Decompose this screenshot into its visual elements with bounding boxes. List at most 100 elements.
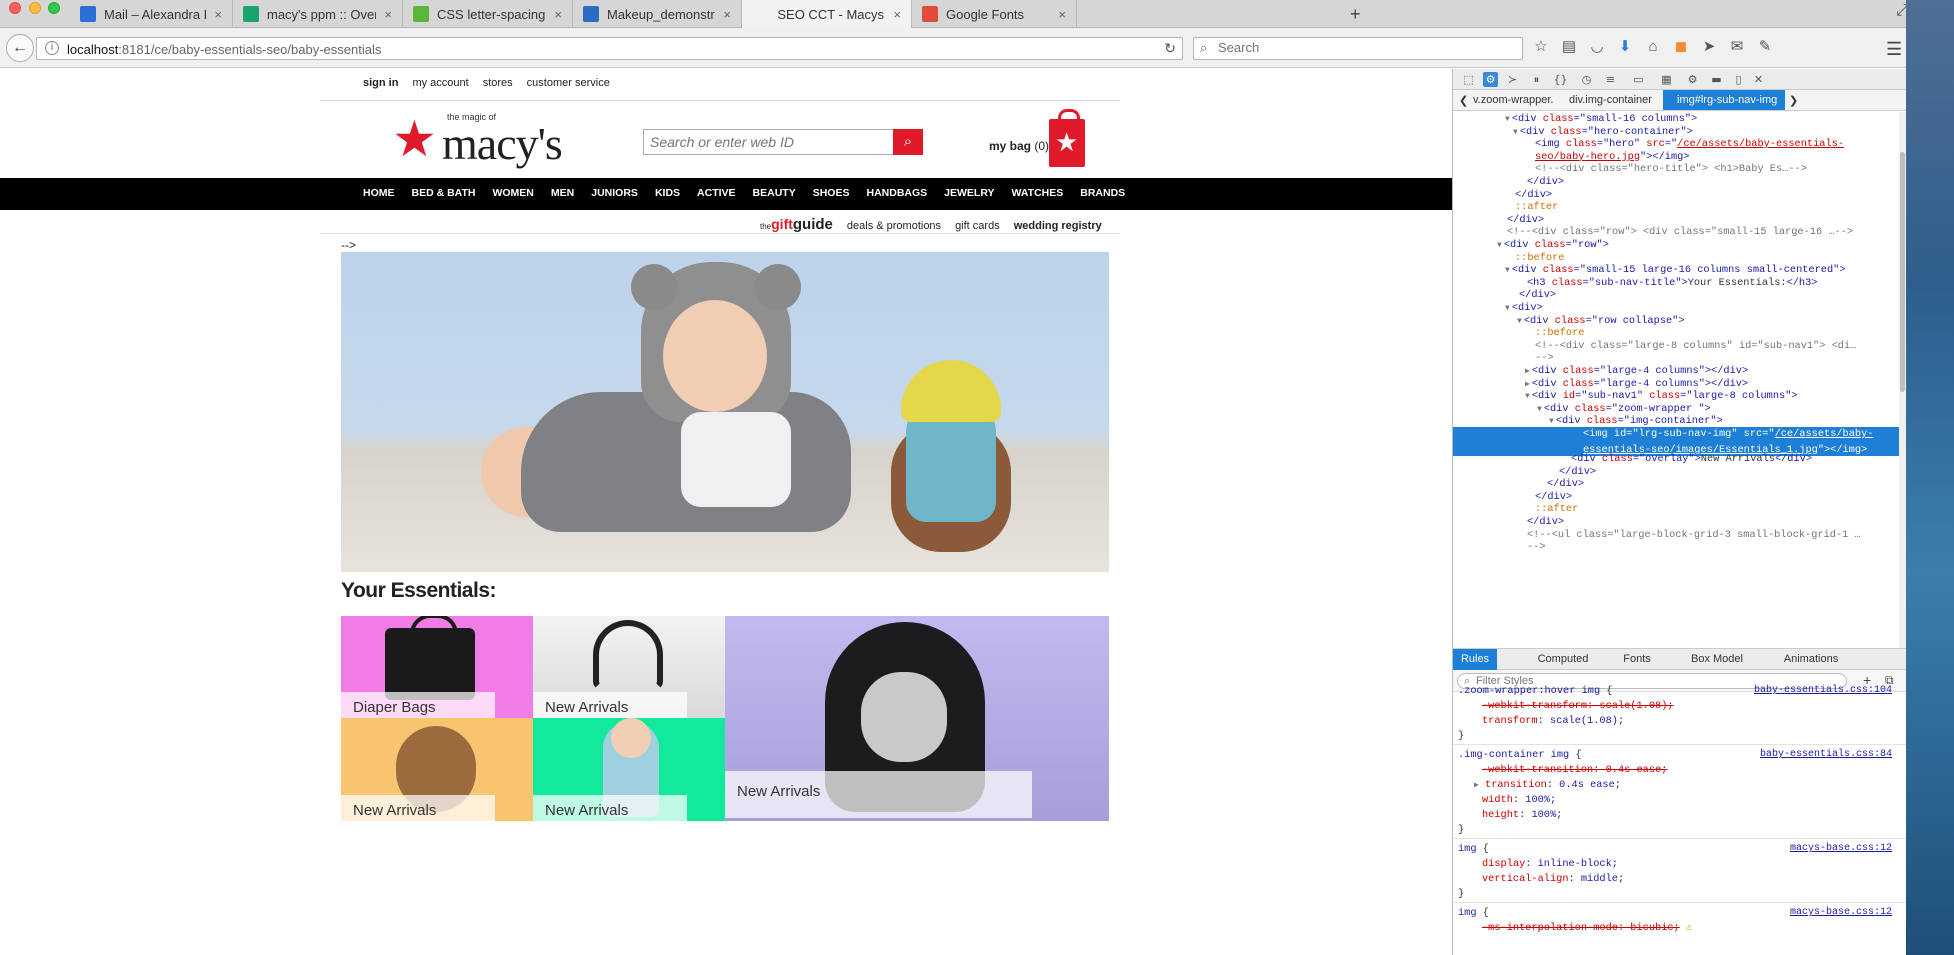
my-bag-link[interactable]: my bag (0): [989, 139, 1049, 153]
close-tab-icon[interactable]: ×: [1058, 7, 1066, 22]
inspector-icon[interactable]: ⚙: [1483, 72, 1498, 87]
site-info-icon[interactable]: i: [45, 41, 59, 55]
close-tab-icon[interactable]: ×: [384, 7, 392, 22]
markup-node[interactable]: -->: [1453, 540, 1906, 556]
rule-selector[interactable]: img: [1458, 843, 1477, 855]
nav-item[interactable]: JUNIORS: [591, 187, 638, 199]
shopping-bag-icon[interactable]: ★: [1049, 109, 1085, 167]
search-submit-button[interactable]: ⌕: [893, 129, 923, 155]
deals-promotions-link[interactable]: deals & promotions: [847, 220, 941, 232]
nav-item[interactable]: SHOES: [813, 187, 850, 199]
rule-property[interactable]: vertical-align: [1482, 873, 1569, 885]
reading-list-icon[interactable]: ▤: [1560, 38, 1578, 56]
reload-icon[interactable]: ↻: [1164, 40, 1176, 57]
stores-link[interactable]: stores: [483, 77, 513, 89]
rule-property[interactable]: height: [1482, 809, 1519, 821]
tab-box-model[interactable]: Box Model: [1677, 649, 1757, 670]
rule-property[interactable]: width: [1482, 794, 1513, 806]
rule-value[interactable]: 0.4s ease;: [1559, 779, 1621, 791]
browser-tab[interactable]: Makeup_demonstration_at… ×: [573, 0, 742, 28]
my-account-link[interactable]: my account: [412, 77, 468, 89]
back-button[interactable]: ←: [6, 34, 34, 62]
tab-computed[interactable]: Computed: [1519, 649, 1607, 670]
bookmark-star-icon[interactable]: ☆: [1532, 38, 1550, 56]
chat-icon[interactable]: ✉: [1728, 38, 1746, 56]
breadcrumb-item[interactable]: v.zoom-wrapper.: [1473, 94, 1554, 106]
rule-declaration-overridden[interactable]: -webkit-transform: scale(1.08);: [1482, 700, 1674, 712]
browser-tab[interactable]: Mail – Alexandra Estrada … ×: [70, 0, 233, 28]
breadcrumb-back-icon[interactable]: ❮: [1459, 94, 1468, 107]
extension-icon[interactable]: ◼: [1672, 38, 1690, 56]
rule-source-link[interactable]: macys-base.css:12: [1790, 906, 1892, 921]
element-picker-icon[interactable]: ⬚: [1461, 72, 1476, 87]
gift-cards-link[interactable]: gift cards: [955, 220, 1000, 232]
browser-tab[interactable]: macy's ppm :: Overview: G… ×: [233, 0, 403, 28]
dock-bottom-icon[interactable]: ▬: [1709, 72, 1724, 87]
zoom-window-button[interactable]: [48, 2, 60, 14]
browser-tab[interactable]: CSS letter-spacing property ×: [403, 0, 573, 28]
nav-item[interactable]: ACTIVE: [697, 187, 736, 199]
nav-item[interactable]: JEWELRY: [944, 187, 994, 199]
nav-item[interactable]: BED & BATH: [412, 187, 476, 199]
home-icon[interactable]: ⌂: [1644, 38, 1662, 56]
customer-service-link[interactable]: customer service: [527, 77, 610, 89]
new-tab-button[interactable]: +: [1350, 4, 1361, 25]
rule-selector[interactable]: .zoom-wrapper:hover img: [1458, 685, 1600, 697]
tools-icon[interactable]: ✎: [1756, 38, 1774, 56]
download-icon[interactable]: ⬇: [1616, 38, 1634, 56]
nav-item[interactable]: KIDS: [655, 187, 680, 199]
url-text[interactable]: localhost:8181/ce/baby-essentials-seo/ba…: [67, 42, 381, 57]
breadcrumb-item-selected[interactable]: img#lrg-sub-nav-img: [1663, 90, 1786, 110]
hamburger-menu-icon[interactable]: ☰: [1886, 39, 1902, 60]
nav-item[interactable]: HOME: [363, 187, 395, 199]
gift-guide-link[interactable]: thegiftguide: [760, 216, 833, 233]
macys-logo[interactable]: ★ the magic of macy's: [392, 112, 612, 169]
rule-value[interactable]: scale(1.08);: [1550, 715, 1624, 727]
rule-value[interactable]: middle;: [1581, 873, 1624, 885]
tab-rules[interactable]: Rules: [1453, 649, 1497, 670]
rule-source-link[interactable]: baby-essentials.css:84: [1760, 748, 1892, 763]
tile-new-arrivals-stroller[interactable]: New Arrivals: [533, 616, 725, 718]
tab-animations[interactable]: Animations: [1771, 649, 1851, 670]
close-window-button[interactable]: [9, 2, 21, 14]
settings-gear-icon[interactable]: ⚙: [1685, 72, 1700, 87]
sign-in-link[interactable]: sign in: [363, 77, 398, 89]
url-bar[interactable]: i localhost:8181/ce/baby-essentials-seo/…: [36, 37, 1183, 60]
rule-property[interactable]: display: [1482, 858, 1525, 870]
send-icon[interactable]: ➤: [1700, 38, 1718, 56]
tab-fonts[interactable]: Fonts: [1613, 649, 1661, 670]
nav-item[interactable]: WATCHES: [1012, 187, 1064, 199]
performance-icon[interactable]: ◷: [1579, 72, 1594, 87]
rule-property[interactable]: transform: [1482, 715, 1538, 727]
nav-item[interactable]: BRANDS: [1080, 187, 1125, 199]
nav-item[interactable]: HANDBAGS: [866, 187, 927, 199]
rule-declaration-overridden[interactable]: -webkit-transition: 0.4s ease;: [1482, 764, 1667, 776]
wedding-registry-link[interactable]: wedding registry: [1014, 220, 1102, 232]
site-search-input[interactable]: [650, 134, 870, 150]
markup-scrollbar[interactable]: [1899, 112, 1906, 648]
close-tab-icon[interactable]: ×: [893, 7, 901, 22]
rule-property[interactable]: transition: [1485, 779, 1547, 791]
responsive-icon[interactable]: ▭: [1631, 72, 1646, 87]
minimize-window-button[interactable]: [29, 2, 41, 14]
network-icon[interactable]: ≡: [1603, 72, 1618, 87]
nav-item[interactable]: MEN: [551, 187, 574, 199]
dock-side-icon[interactable]: ▯: [1731, 72, 1746, 87]
close-tab-icon[interactable]: ×: [723, 7, 731, 22]
nav-item[interactable]: WOMEN: [492, 187, 533, 199]
style-editor-icon[interactable]: {}: [1553, 72, 1568, 87]
nav-item[interactable]: BEAUTY: [753, 187, 796, 199]
rule-selector[interactable]: img: [1458, 907, 1477, 919]
browser-search-box[interactable]: ⌕: [1193, 37, 1523, 60]
browser-tab[interactable]: SEO CCT - Macys ×: [742, 0, 912, 28]
tile-new-arrivals-teddy[interactable]: New Arrivals: [341, 718, 533, 821]
tile-new-arrivals-kid[interactable]: New Arrivals: [533, 718, 725, 821]
console-icon[interactable]: ≻: [1505, 72, 1520, 87]
close-devtools-icon[interactable]: ✕: [1751, 72, 1766, 87]
rule-selector[interactable]: .img-container img: [1458, 749, 1569, 761]
browser-tab[interactable]: Google Fonts ×: [912, 0, 1077, 28]
rule-value[interactable]: 100%;: [1531, 809, 1562, 821]
browser-search-input[interactable]: [1218, 40, 1508, 55]
rule-declaration-overridden[interactable]: -ms-interpolation-mode: bicubic;: [1482, 922, 1680, 934]
breadcrumb-forward-icon[interactable]: ❯: [1789, 94, 1798, 107]
